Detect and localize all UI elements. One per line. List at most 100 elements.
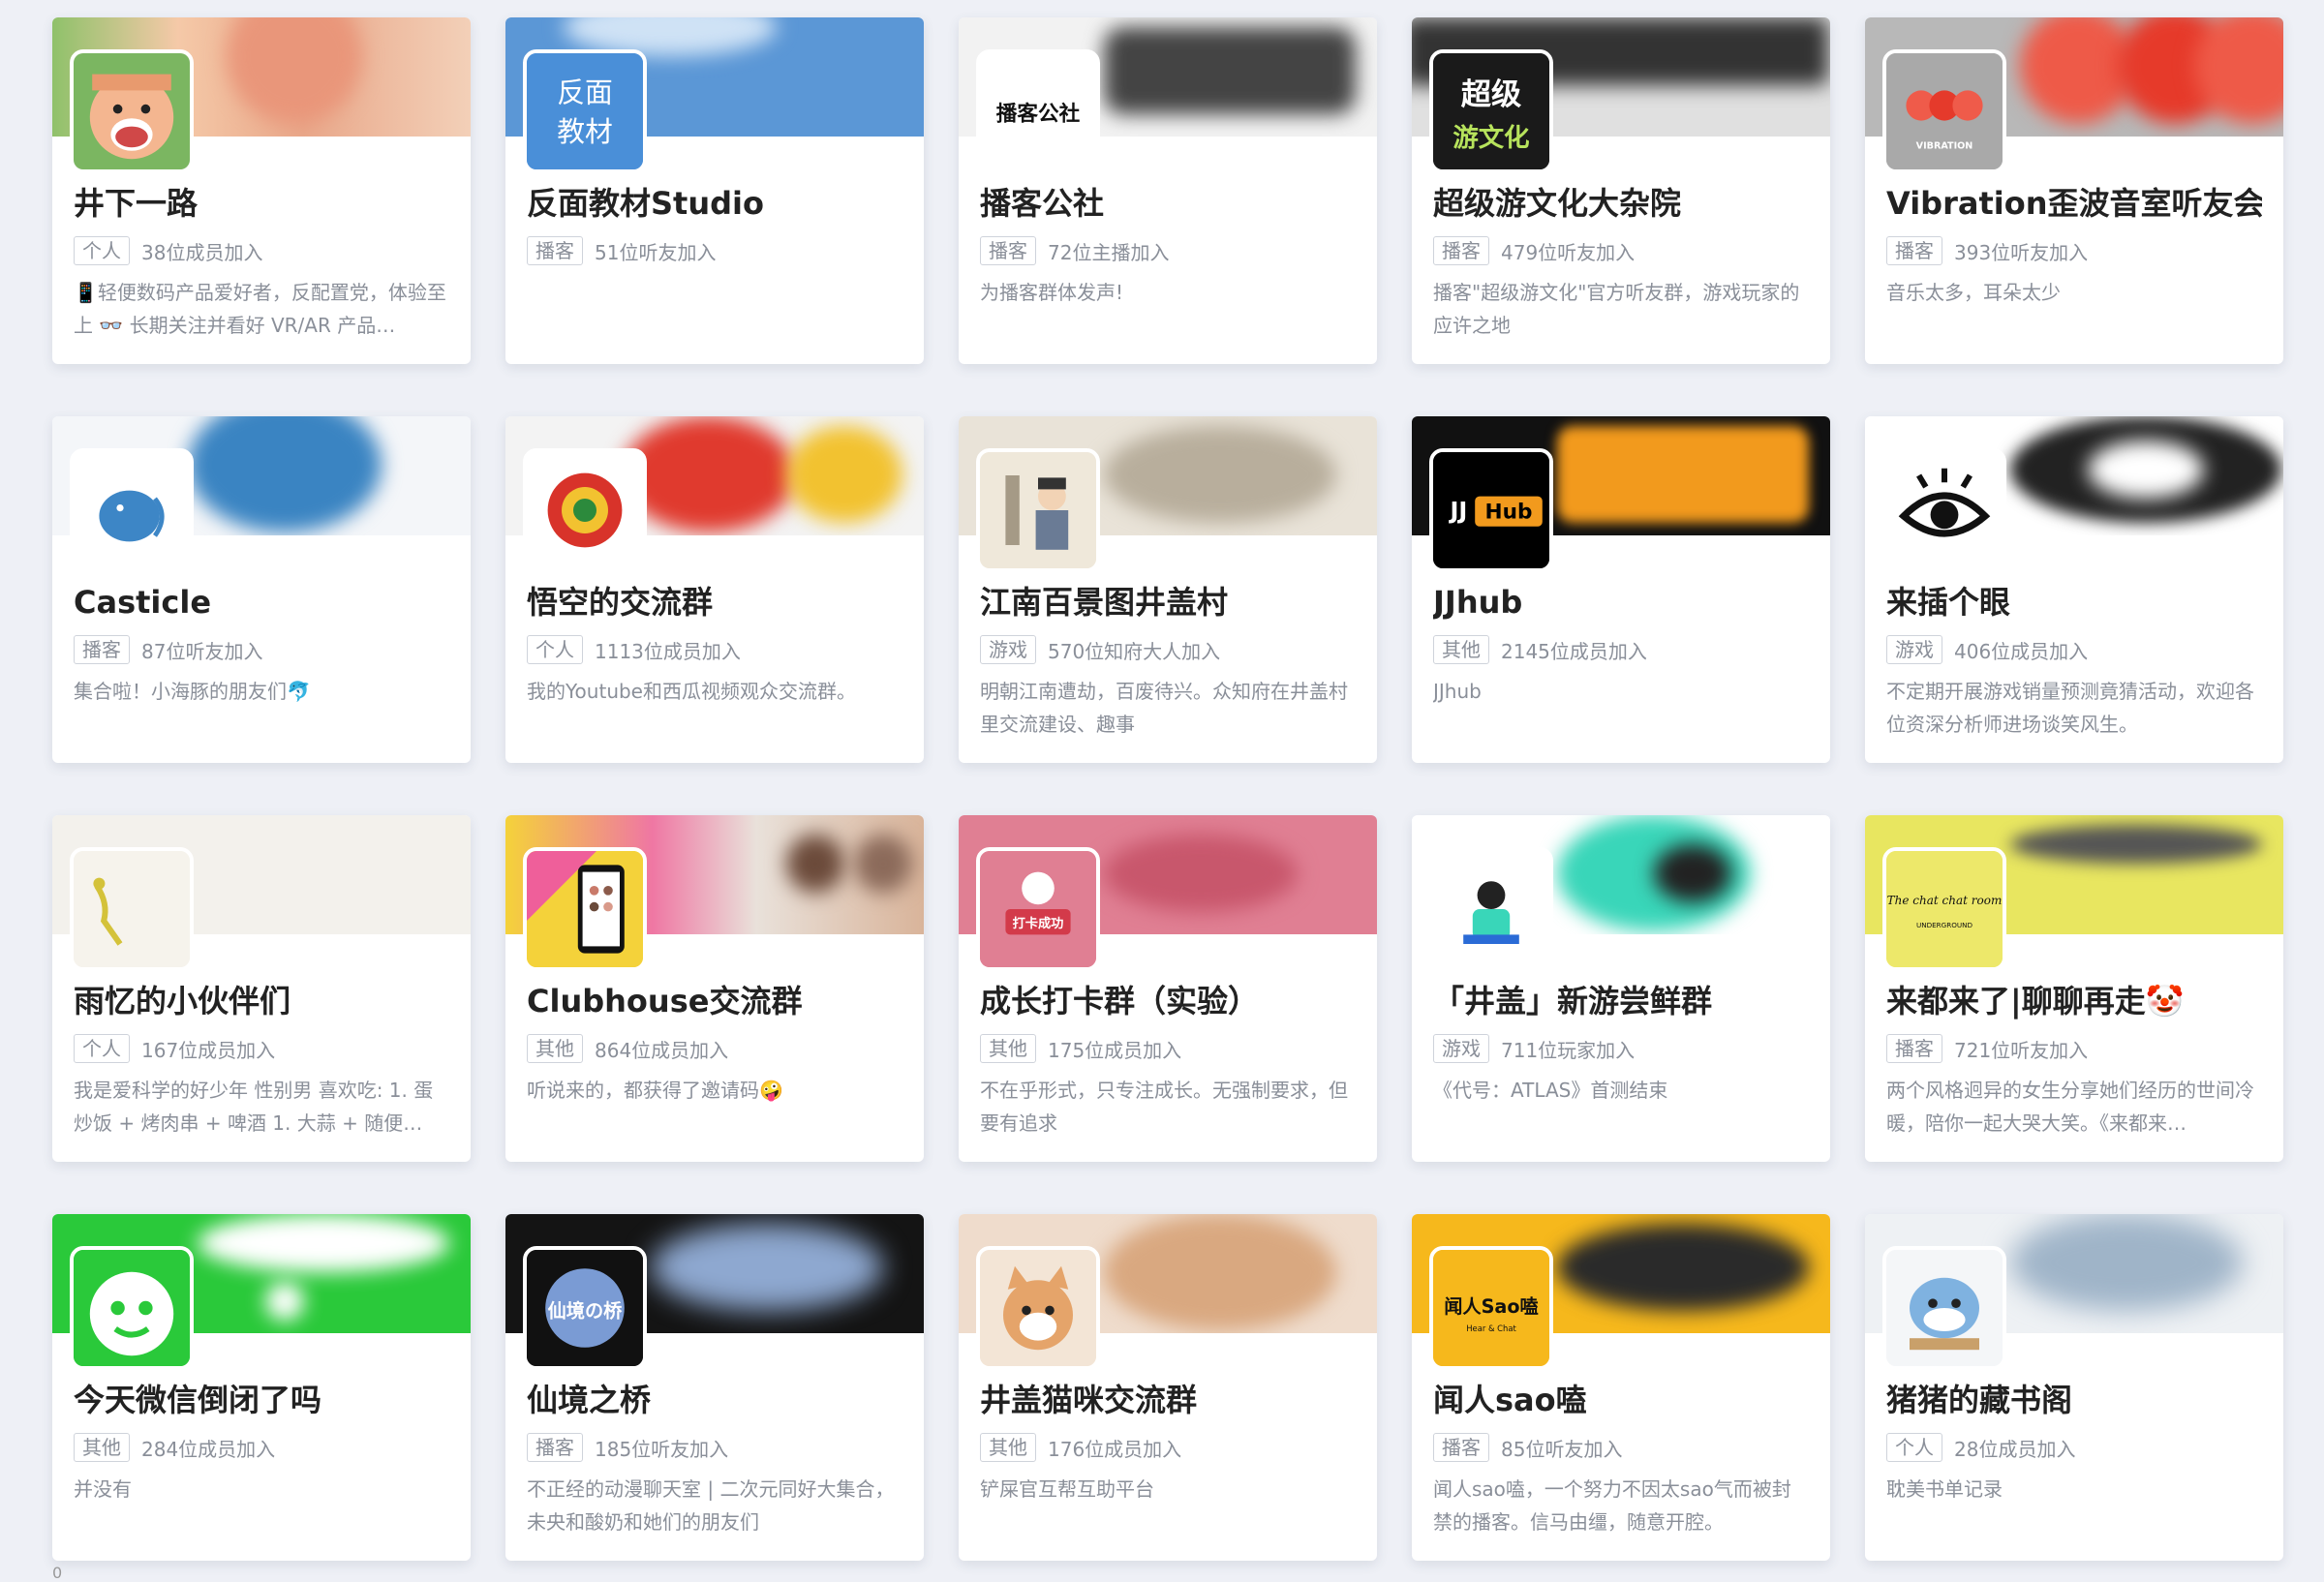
card-description: 铲屎官互帮互助平台	[980, 1477, 1154, 1501]
member-count: 38位成员加入	[141, 240, 263, 264]
avatar: 仙境の桥	[523, 1246, 647, 1370]
avatar	[976, 448, 1100, 572]
avatar	[70, 1246, 194, 1370]
avatar: The chat chat room UNDERGROUND	[1882, 847, 2006, 971]
member-count: 570位知府大人加入	[1048, 639, 1221, 663]
avatar-label: Hear & Chat	[1466, 1323, 1516, 1333]
member-count: 51位听友加入	[595, 240, 717, 264]
group-card[interactable]: 悟空的交流群 个人 1113位成员加入 我的Youtube和西瓜视频观众交流群。	[505, 416, 924, 763]
card-title: 井盖猫咪交流群	[980, 1382, 1198, 1418]
category-tag: 其他	[527, 1034, 583, 1063]
group-card[interactable]: 超级 游文化 超级游文化大杂院 播客 479位听友加入 播客"超级游文化"官方听友群…	[1412, 17, 1830, 364]
card-title: Vibration歪波音室听友会	[1886, 185, 2262, 222]
card-title: 超级游文化大杂院	[1433, 185, 1682, 222]
avatar: VIBRATION	[1882, 49, 2006, 173]
card-title: Casticle	[74, 584, 212, 621]
avatar	[70, 847, 194, 971]
group-card[interactable]: The chat chat room UNDERGROUND 来都来了|聊聊再走🤡…	[1865, 815, 2283, 1162]
card-title: 闻人sao嗑	[1433, 1382, 1587, 1418]
category-tag: 游戏	[980, 635, 1036, 664]
card-description: 不定期开展游戏销量预测竟猜活动，欢迎各位资深分析师进场谈笑风生。	[1886, 680, 2254, 736]
avatar-label: 超级	[1461, 77, 1522, 112]
group-card[interactable]: 闻人Sao嗑 Hear & Chat 闻人sao嗑 播客 85位听友加入 闻人sao…	[1412, 1214, 1830, 1561]
category-tag: 其他	[980, 1034, 1036, 1063]
card-description: 不在乎形式，只专注成长。无强制要求，但要有追求	[980, 1079, 1348, 1135]
group-card[interactable]: 猪猪的藏书阁 个人 28位成员加入 耽美书单记录	[1865, 1214, 2283, 1561]
card-title: 今天微信倒闭了吗	[74, 1382, 322, 1418]
card-title: 播客公社	[980, 185, 1105, 222]
category-tag: 其他	[1433, 635, 1489, 664]
avatar-label: JJ	[1448, 497, 1467, 524]
group-card[interactable]: 来插个眼 游戏 406位成员加入 不定期开展游戏销量预测竟猜活动，欢迎各位资深分析…	[1865, 416, 2283, 763]
avatar	[1882, 448, 2006, 572]
member-count: 87位听友加入	[141, 639, 263, 663]
member-count: 406位成员加入	[1954, 639, 2089, 663]
avatar-label: The chat chat room	[1887, 894, 2003, 907]
card-title: 猪猪的藏书阁	[1886, 1382, 2073, 1418]
member-count: 167位成员加入	[141, 1038, 276, 1062]
category-tag: 个人	[527, 635, 583, 664]
avatar: 反面 教材	[523, 49, 647, 173]
group-card[interactable]: 播客公社 播客公社 播客 72位主播加入 为播客群体发声!	[959, 17, 1377, 364]
avatar	[523, 448, 647, 572]
card-description: 音乐太多，耳朵太少	[1886, 281, 2061, 304]
avatar	[70, 49, 194, 173]
avatar-label: 反面	[557, 76, 613, 108]
group-card[interactable]: 打卡成功 成长打卡群（实验） 其他 175位成员加入 不在乎形式，只专注成长。无强…	[959, 815, 1377, 1162]
avatar-label: 教材	[557, 115, 613, 148]
card-description: 集合啦！小海豚的朋友们🐬	[74, 680, 311, 703]
group-card[interactable]: 井下一路 个人 38位成员加入 📱轻便数码产品爱好者，反配置党，体验至上 👓 长期…	[52, 17, 471, 364]
group-card[interactable]: 今天微信倒闭了吗 其他 284位成员加入 并没有	[52, 1214, 471, 1561]
category-tag: 播客	[527, 1433, 583, 1462]
group-card[interactable]: 井盖猫咪交流群 其他 176位成员加入 铲屎官互帮互助平台	[959, 1214, 1377, 1561]
member-count: 175位成员加入	[1048, 1038, 1182, 1062]
avatar-label: 仙境の桥	[548, 1300, 624, 1323]
group-card[interactable]: 仙境の桥 仙境之桥 播客 185位听友加入 不正经的动漫聊天室 | 二次元同好大集…	[505, 1214, 924, 1561]
card-title: 仙境之桥	[527, 1382, 652, 1418]
card-description: 📱轻便数码产品爱好者，反配置党，体验至上 👓 长期关注并看好 VR/AR 产品…	[74, 281, 446, 337]
member-count: 85位听友加入	[1501, 1437, 1623, 1461]
card-title: 成长打卡群（实验）	[980, 983, 1260, 1019]
card-description: 播客"超级游文化"官方听友群，游戏玩家的应许之地	[1433, 281, 1800, 337]
card-title: 江南百景图井盖村	[980, 584, 1229, 621]
card-description: 《代号：ATLAS》首测结束	[1433, 1079, 1668, 1102]
card-description: 我是爱科学的好少年 性别男 喜欢吃: 1. 蛋炒饭 + 烤肉串 + 啤酒 1. …	[74, 1079, 434, 1135]
avatar	[523, 847, 647, 971]
category-tag: 播客	[980, 236, 1036, 265]
group-card[interactable]: Casticle 播客 87位听友加入 集合啦！小海豚的朋友们🐬	[52, 416, 471, 763]
category-tag: 其他	[74, 1433, 130, 1462]
avatar: 打卡成功	[976, 847, 1100, 971]
card-title: 井下一路	[74, 185, 199, 222]
category-tag: 游戏	[1433, 1034, 1489, 1063]
avatar	[1882, 1246, 2006, 1370]
member-count: 28位成员加入	[1954, 1437, 2076, 1461]
category-tag: 播客	[527, 236, 583, 265]
avatar: 播客公社	[976, 49, 1100, 173]
avatar-label: 闻人Sao嗑	[1444, 1295, 1539, 1318]
avatar: 超级 游文化	[1429, 49, 1553, 173]
member-count: 864位成员加入	[595, 1038, 729, 1062]
card-description: 我的Youtube和西瓜视频观众交流群。	[527, 680, 856, 703]
group-card[interactable]: 江南百景图井盖村 游戏 570位知府大人加入 明朝江南遭劫，百废待兴。众知府在井盖…	[959, 416, 1377, 763]
member-count: 1113位成员加入	[595, 639, 741, 663]
footer-mark: 0	[52, 1564, 63, 1582]
card-title: 雨忆的小伙伴们	[74, 983, 291, 1019]
avatar	[70, 448, 194, 572]
group-card[interactable]: 「井盖」新游尝鲜群 游戏 711位玩家加入 《代号：ATLAS》首测结束	[1412, 815, 1830, 1162]
category-tag: 个人	[74, 236, 130, 265]
avatar-label: UNDERGROUND	[1916, 921, 1973, 929]
card-description: 听说来的，都获得了邀请码🤪	[527, 1079, 783, 1102]
group-card[interactable]: 雨忆的小伙伴们 个人 167位成员加入 我是爱科学的好少年 性别男 喜欢吃: 1.…	[52, 815, 471, 1162]
group-card[interactable]: VIBRATION Vibration歪波音室听友会 播客 393位听友加入 音乐…	[1865, 17, 2283, 364]
group-card[interactable]: Clubhouse交流群 其他 864位成员加入 听说来的，都获得了邀请码🤪	[505, 815, 924, 1162]
category-tag: 个人	[74, 1034, 130, 1063]
category-tag: 播客	[1433, 236, 1489, 265]
category-tag: 游戏	[1886, 635, 1942, 664]
group-card[interactable]: 反面 教材 反面教材Studio 播客 51位听友加入	[505, 17, 924, 364]
group-card[interactable]: JJ Hub JJhub 其他 2145位成员加入 JJhub	[1412, 416, 1830, 763]
card-title: 悟空的交流群	[527, 584, 714, 621]
avatar: JJ Hub	[1429, 448, 1553, 572]
member-count: 72位主播加入	[1048, 240, 1170, 264]
member-count: 479位听友加入	[1501, 240, 1636, 264]
member-count: 176位成员加入	[1048, 1437, 1182, 1461]
